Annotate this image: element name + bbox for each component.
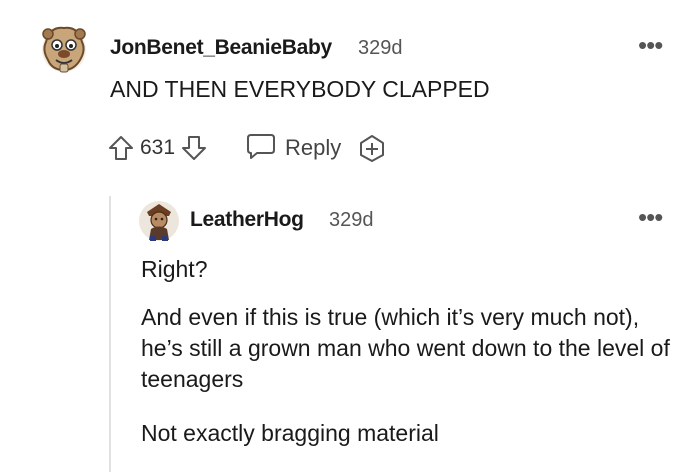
user-avatar[interactable] [36,20,92,76]
reply-paragraph: Not exactly bragging material [141,420,439,446]
speech-bubble-icon [245,132,277,165]
comment-username[interactable]: JonBenet_BeanieBaby [110,36,332,60]
comment-action-bar: 631 Reply [108,130,387,166]
comment-body: AND THEN EVERYBODY CLAPPED [110,76,490,102]
reply-label: Reply [285,135,342,160]
reply-paragraph: Right? [141,256,208,282]
comment-thread: JonBenet_BeanieBaby 329d ••• AND THEN EV… [0,0,700,472]
thread-collapse-line[interactable] [109,196,111,472]
avatar-image [42,26,86,73]
reply-button[interactable]: Reply [245,132,341,165]
more-horizontal-icon[interactable]: ••• [638,204,663,230]
more-horizontal-icon[interactable]: ••• [638,32,663,58]
comment-timestamp[interactable]: 329d [358,37,403,60]
reply-username[interactable]: LeatherHog [190,208,304,232]
reply-paragraph: And even if this is true (which it’s ver… [141,304,670,392]
reply-timestamp[interactable]: 329d [329,209,374,232]
reply-user-avatar[interactable] [138,200,180,242]
award-plus-icon[interactable] [357,133,387,163]
downvote-arrow-icon[interactable] [181,134,207,162]
avatar-image [139,201,179,241]
upvote-arrow-icon[interactable] [108,134,134,162]
vote-score: 631 [140,136,176,159]
